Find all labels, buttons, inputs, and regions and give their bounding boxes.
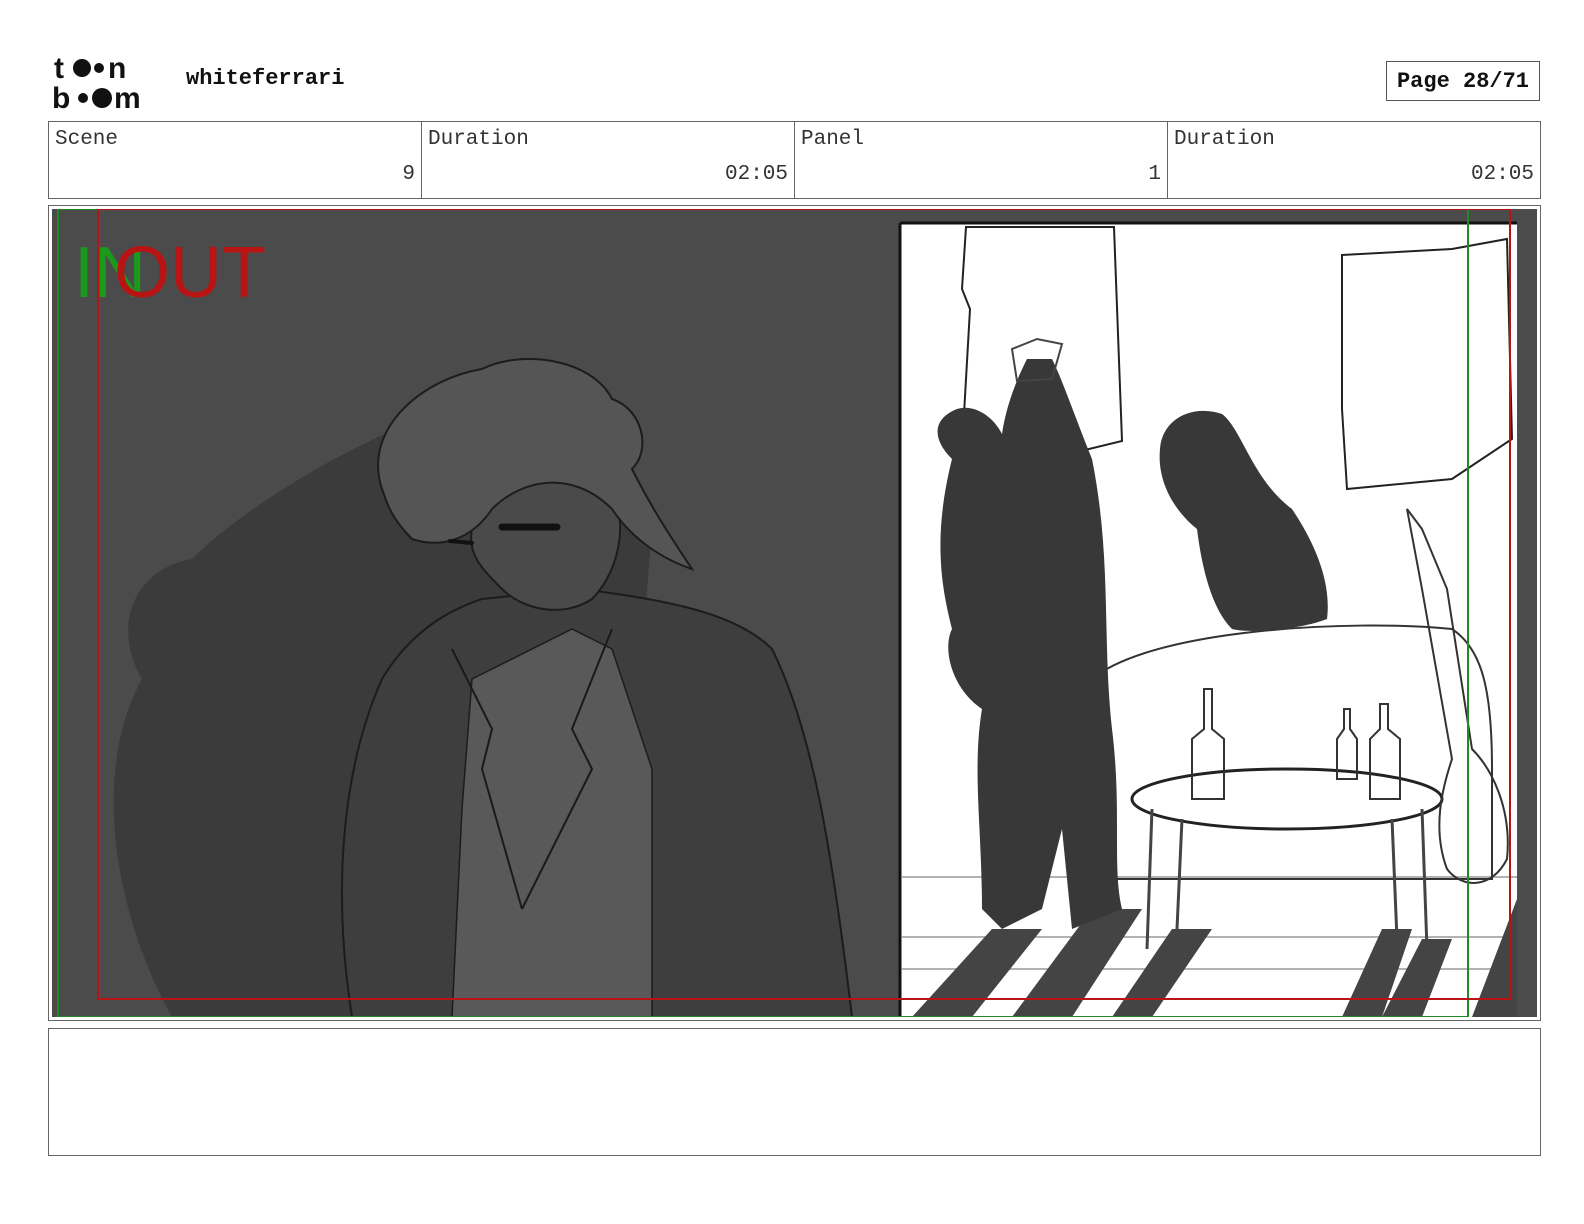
panel-duration-value: 02:05 (1470, 163, 1534, 186)
svg-text:m: m (114, 82, 141, 110)
character-eye-2 (448, 539, 474, 545)
svg-text:n: n (108, 52, 126, 85)
panel-cell: Panel 1 (795, 122, 1168, 198)
svg-text:b: b (52, 82, 70, 110)
panel-duration-label: Duration (1174, 128, 1275, 151)
scene-duration-value: 02:05 (724, 163, 788, 186)
out-marker: OUT (114, 233, 266, 313)
panel-duration-cell: Duration 02:05 (1168, 122, 1540, 198)
scene-duration-cell: Duration 02:05 (422, 122, 795, 198)
storyboard-drawing: IN OUT (52, 209, 1537, 1017)
project-name: whiteferrari (186, 66, 345, 91)
scene-duration-label: Duration (428, 128, 529, 151)
panel-notes-box[interactable] (48, 1028, 1541, 1156)
panel-info-row: Scene 9 Duration 02:05 Panel 1 Duration … (48, 121, 1541, 199)
character-shirt (451, 628, 653, 1017)
scene-label: Scene (55, 128, 119, 151)
svg-text:t: t (54, 52, 64, 85)
panel-value: 1 (1148, 163, 1161, 186)
page-indicator: Page 28/71 (1386, 61, 1540, 101)
panel-label: Panel (801, 128, 865, 151)
scene-value: 9 (402, 163, 415, 186)
scene-cell: Scene 9 (49, 122, 422, 198)
toonboom-logo: t n b m (52, 52, 164, 115)
